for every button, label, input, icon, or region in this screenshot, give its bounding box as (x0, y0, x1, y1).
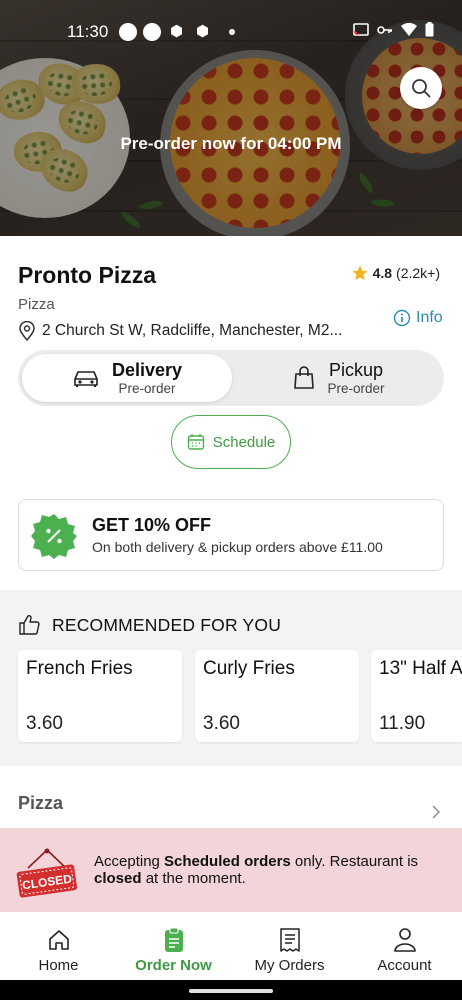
search-button[interactable] (400, 67, 442, 109)
info-icon (393, 309, 411, 327)
rating-count: (2.2k+) (396, 265, 440, 281)
restaurant-address: 2 Church St W, Radcliffe, Manchester, M2… (18, 321, 342, 341)
receipt-icon (279, 928, 300, 952)
nav-order-now[interactable]: Order Now (116, 912, 231, 980)
hero-banner: 11:30 ⬢ ⬢ Pre-order now for 04:00 PM (0, 0, 462, 236)
recommended-item-card[interactable]: French Fries 3.60 (18, 650, 182, 742)
home-icon (48, 930, 69, 950)
delivery-option[interactable]: Delivery Pre-order (22, 354, 232, 402)
offer-card[interactable]: GET 10% OFF On both delivery & pickup or… (18, 499, 444, 571)
address-text: 2 Church St W, Radcliffe, Manchester, M2… (42, 322, 343, 339)
schedule-button[interactable]: Schedule (171, 415, 291, 469)
info-label: Info (416, 309, 443, 326)
star-icon (352, 265, 368, 281)
restaurant-cuisine: Pizza (18, 296, 55, 313)
item-name: Curly Fries (203, 658, 295, 679)
order-mode-toggle: Delivery Pre-order Pickup Pre-order (18, 350, 444, 406)
recommended-section: RECOMMENDED FOR YOU French Fries 3.60 Cu… (0, 590, 462, 766)
car-icon (74, 371, 98, 387)
pickup-title: Pickup (328, 359, 384, 380)
nav-my-orders-label: My Orders (254, 957, 325, 974)
nav-account-label: Account (377, 957, 432, 974)
pickup-option[interactable]: Pickup Pre-order (234, 354, 444, 402)
bottom-navigation: Home Order Now My Orders Account (0, 912, 462, 980)
item-price: 11.90 (379, 713, 426, 734)
schedule-label: Schedule (212, 433, 276, 451)
battery-icon (425, 22, 434, 37)
wifi-icon (401, 23, 417, 36)
search-icon (412, 79, 431, 98)
item-name: French Fries (26, 658, 133, 679)
recommended-header: RECOMMENDED FOR YOU (18, 614, 281, 636)
nav-account[interactable]: Account (347, 912, 462, 980)
closed-sign-icon: CLOSED (16, 848, 77, 898)
account-icon (393, 928, 416, 952)
notification-icon (143, 23, 161, 41)
offer-title: GET 10% OFF (92, 515, 212, 535)
order-icon (164, 927, 183, 952)
nav-my-orders[interactable]: My Orders (232, 912, 347, 980)
item-price: 3.60 (203, 713, 240, 734)
recommended-title: RECOMMENDED FOR YOU (52, 614, 282, 635)
status-bar: 11:30 ⬢ ⬢ (0, 0, 462, 64)
status-time: 11:30 (67, 22, 109, 41)
offer-subtitle: On both delivery & pickup orders above £… (92, 539, 383, 555)
rating-value: 4.8 (372, 265, 393, 281)
notification-icon (119, 23, 137, 41)
item-price: 3.60 (26, 713, 63, 734)
android-icon: ⬢ (170, 23, 184, 40)
shopping-bag-icon (294, 366, 315, 389)
delivery-title: Delivery (111, 359, 183, 380)
rating: 4.8 (2.2k+) (351, 264, 440, 282)
calendar-icon (187, 434, 204, 450)
closed-notice-text: Accepting Scheduled orders only. Restaur… (94, 853, 419, 888)
nav-order-now-label: Order Now (135, 957, 212, 974)
nav-home-label: Home (38, 957, 79, 974)
discount-badge-icon (31, 514, 77, 559)
chevron-right-icon[interactable] (431, 804, 441, 820)
recommended-item-card[interactable]: 13" Half A Half 11.90 (371, 650, 462, 742)
nav-home[interactable]: Home (1, 912, 116, 980)
cast-icon (353, 22, 369, 36)
item-name: 13" Half A Half (379, 658, 462, 679)
delivery-subtitle: Pre-order (118, 380, 176, 396)
vpn-key-icon (377, 25, 392, 34)
home-gesture-handle[interactable] (189, 989, 273, 993)
location-pin-icon (19, 321, 35, 341)
closed-notice: CLOSED Accepting Scheduled orders only. … (0, 828, 462, 912)
android-icon: ⬢ (196, 23, 210, 40)
preorder-banner-text: Pre-order now for 04:00 PM (120, 134, 342, 153)
category-title[interactable]: Pizza (18, 793, 63, 814)
pickup-subtitle: Pre-order (327, 380, 385, 396)
more-notifications-dot (229, 29, 235, 35)
info-link[interactable]: Info (393, 309, 443, 327)
restaurant-name: Pronto Pizza (18, 262, 157, 288)
thumbs-up-icon (19, 615, 40, 635)
recommended-item-card[interactable]: Curly Fries 3.60 (195, 650, 359, 742)
